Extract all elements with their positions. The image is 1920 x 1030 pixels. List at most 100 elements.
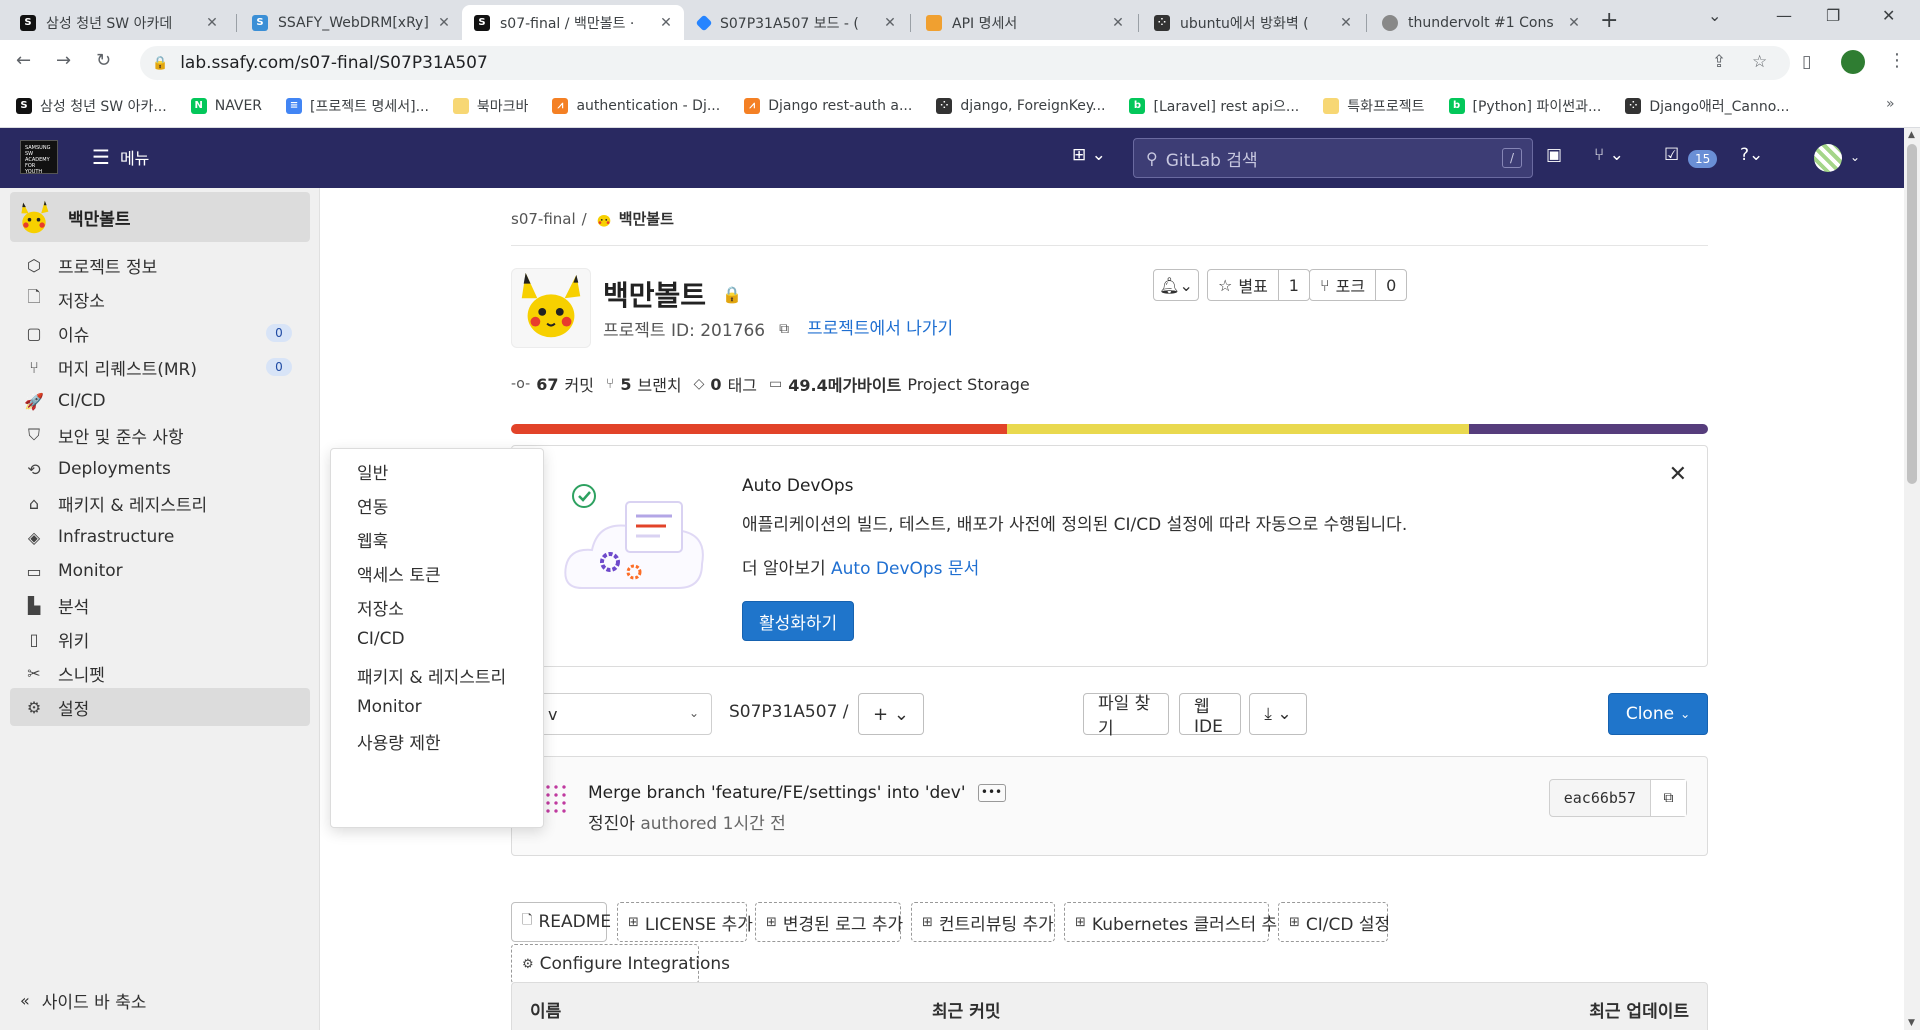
browser-tab[interactable]: S SSAFY_WebDRM[xRy] ✕ xyxy=(240,5,462,40)
close-icon[interactable]: ✕ xyxy=(658,15,674,31)
configure-integrations-button[interactable]: ⚙ Configure Integrations xyxy=(511,944,730,984)
branches-stat[interactable]: ⑂ 5 브랜치 xyxy=(606,372,682,396)
chevron-down-icon[interactable]: ⌄ xyxy=(1850,150,1860,164)
language-segment[interactable] xyxy=(1468,424,1708,434)
add-kubernetes-button[interactable]: ⊞ Kubernetes 클러스터 추가 xyxy=(1064,902,1293,942)
add-license-button[interactable]: ⊞ LICENSE 추가 xyxy=(617,902,753,942)
todo-icon[interactable]: ☑ xyxy=(1664,145,1679,165)
add-to-tree-button[interactable]: + ⌄ xyxy=(858,693,924,735)
fork-count[interactable]: 0 xyxy=(1375,270,1406,300)
close-icon[interactable]: ✕ xyxy=(1669,462,1687,487)
commits-stat[interactable]: -o- 67 커밋 xyxy=(511,372,594,396)
issues-nav-icon[interactable]: ▣ xyxy=(1546,145,1562,165)
flyout-item-cicd[interactable]: CI/CD xyxy=(357,629,405,649)
leave-project-link[interactable]: 프로젝트에서 나가기 xyxy=(807,314,953,339)
auto-devops-docs-link[interactable]: Auto DevOps 문서 xyxy=(831,559,979,579)
flyout-item-packages[interactable]: 패키지 & 레지스트리 xyxy=(357,663,506,688)
close-icon[interactable]: ✕ xyxy=(436,15,452,31)
flyout-item-general[interactable]: 일반 xyxy=(357,459,388,484)
commit-sha[interactable]: eac66b57 xyxy=(1550,780,1650,816)
maximize-icon[interactable]: ❐ xyxy=(1826,6,1840,25)
help-icon[interactable]: ?⌄ xyxy=(1740,145,1763,165)
sidebar-item-monitor[interactable]: ▭ Monitor xyxy=(10,552,310,590)
add-contributing-button[interactable]: ⊞ 컨트리뷰팅 추가 xyxy=(911,902,1055,942)
ssafy-logo[interactable]: SAMSUNG SW ACADEMY FOR YOUTH xyxy=(20,140,58,175)
sidebar-item-settings[interactable]: ⚙ 설정 xyxy=(10,688,310,726)
bookmark-item[interactable]: ⩘ Django rest-auth a... xyxy=(744,97,912,114)
scrollbar-thumb[interactable] xyxy=(1907,144,1917,484)
flyout-item-webhooks[interactable]: 웹훅 xyxy=(357,527,388,552)
bookmark-folder[interactable]: 특화프로젝트 xyxy=(1323,96,1425,116)
commit-title-link[interactable]: Merge branch 'feature/FE/settings' into … xyxy=(588,783,966,803)
close-icon[interactable]: ✕ xyxy=(882,15,898,31)
flyout-item-access-tokens[interactable]: 액세스 토큰 xyxy=(357,561,441,586)
profile-avatar[interactable] xyxy=(1841,50,1865,74)
ellipsis-icon[interactable]: ••• xyxy=(977,784,1006,802)
minimize-icon[interactable]: — xyxy=(1776,6,1792,25)
scroll-down-icon[interactable]: ▼ xyxy=(1908,1018,1915,1028)
forward-icon[interactable]: → xyxy=(56,50,71,71)
star-button[interactable]: ☆ 별표 1 xyxy=(1207,269,1310,301)
sidebar-item-security[interactable]: ⛉ 보안 및 준수 사항 xyxy=(10,416,310,454)
sidebar-project-header[interactable]: 백만볼트 xyxy=(10,192,310,242)
bookmark-item[interactable]: ≡ [프로젝트 명세서]... xyxy=(286,96,429,116)
bookmark-item[interactable]: b [Python] 파이썬과... xyxy=(1448,96,1601,116)
copy-icon[interactable]: ⧉ xyxy=(1650,780,1686,816)
sidebar-item-analytics[interactable]: ▙ 분석 xyxy=(10,586,310,624)
find-file-button[interactable]: 파일 찾기 xyxy=(1083,693,1169,739)
star-count[interactable]: 1 xyxy=(1277,270,1309,300)
language-segment[interactable] xyxy=(1006,424,1469,434)
bookmark-item[interactable]: ⩘ authentication - Dj... xyxy=(552,97,720,114)
browser-tab-active[interactable]: S s07-final / 백만볼트 · ✕ xyxy=(462,5,684,40)
browser-tab[interactable]: thundervolt #1 Cons ✕ xyxy=(1370,5,1592,40)
bookmark-folder[interactable]: 북마크바 xyxy=(452,96,528,116)
bookmark-item[interactable]: ⁘ django, ForeignKey... xyxy=(936,97,1105,114)
close-icon[interactable]: ✕ xyxy=(1110,15,1126,31)
tab-search-icon[interactable]: ⌄ xyxy=(1708,6,1721,25)
search-input[interactable]: ⚲ GitLab 검색 / xyxy=(1133,138,1533,178)
notification-button[interactable]: 🔔︎⌄ xyxy=(1153,269,1199,301)
flyout-item-monitor[interactable]: Monitor xyxy=(357,697,422,717)
sidebar-item-wiki[interactable]: ▯ 위키 xyxy=(10,620,310,658)
add-changelog-button[interactable]: ⊞ 변경된 로그 추가 xyxy=(755,902,903,942)
close-icon[interactable]: ✕ xyxy=(1338,15,1354,31)
flyout-item-integrations[interactable]: 연동 xyxy=(357,493,388,518)
flyout-item-repository[interactable]: 저장소 xyxy=(357,595,404,620)
readme-button[interactable]: 🗋 README xyxy=(511,902,611,942)
tags-stat[interactable]: ◇ 0 태그 xyxy=(694,372,757,396)
merge-requests-nav-icon[interactable]: ⑂ ⌄ xyxy=(1594,145,1624,165)
more-bookmarks-icon[interactable]: » xyxy=(1886,96,1895,112)
storage-stat[interactable]: ▭ 49.4메가바이트 Project Storage xyxy=(769,372,1030,396)
repository-languages-bar[interactable] xyxy=(511,424,1708,434)
bookmark-item[interactable]: S 삼성 청년 SW 아카... xyxy=(16,96,167,116)
sidebar-item-merge-requests[interactable]: ⑂ 머지 리퀘스트(MR) 0 xyxy=(10,348,310,386)
web-ide-button[interactable]: 웹 IDE xyxy=(1179,693,1241,737)
sidebar-item-packages[interactable]: ⌂ 패키지 & 레지스트리 xyxy=(10,484,310,522)
reload-icon[interactable]: ↻ xyxy=(96,50,111,71)
address-bar[interactable]: 🔒 lab.ssafy.com/s07-final/S07P31A507 xyxy=(140,46,1790,80)
flyout-item-usage-quotas[interactable]: 사용량 제한 xyxy=(357,729,441,754)
sidebar-item-cicd[interactable]: 🚀 CI/CD xyxy=(10,382,310,420)
close-icon[interactable]: ✕ xyxy=(1566,15,1582,31)
bookmark-star-icon[interactable]: ☆ xyxy=(1752,52,1767,72)
close-icon[interactable]: ✕ xyxy=(204,15,220,31)
enable-devops-button[interactable]: 활성화하기 xyxy=(742,601,855,641)
browser-tab[interactable]: S07P31A507 보드 - ( ✕ xyxy=(686,5,908,40)
menu-button[interactable]: ☰ 메뉴 xyxy=(92,145,149,169)
language-segment[interactable] xyxy=(511,424,1007,434)
fork-button[interactable]: ⑂ 포크 0 xyxy=(1309,269,1408,301)
browser-tab[interactable]: S 삼성 청년 SW 아카데 ✕ xyxy=(8,5,230,40)
sidebar-item-issues[interactable]: ▢ 이슈 0 xyxy=(10,314,310,352)
browser-menu-icon[interactable]: ⋮ xyxy=(1888,50,1906,71)
author-link[interactable]: 정진아 xyxy=(588,814,635,834)
scroll-up-icon[interactable]: ▲ xyxy=(1908,130,1915,140)
cicd-settings-button[interactable]: ⊞ CI/CD 설정 xyxy=(1278,902,1390,942)
new-tab-button[interactable]: + xyxy=(1600,8,1618,33)
back-icon[interactable]: ← xyxy=(16,50,31,71)
copy-icon[interactable]: ⧉ xyxy=(779,321,789,337)
sidebar-item-project-info[interactable]: ⬡ 프로젝트 정보 xyxy=(10,246,310,284)
sidebar-item-deployments[interactable]: ⟲ Deployments xyxy=(10,450,310,488)
bookmark-item[interactable]: N NAVER xyxy=(190,97,262,114)
breadcrumb-project-link[interactable]: 백만볼트 xyxy=(595,208,674,229)
browser-tab[interactable]: API 명세서 ✕ xyxy=(914,5,1136,40)
